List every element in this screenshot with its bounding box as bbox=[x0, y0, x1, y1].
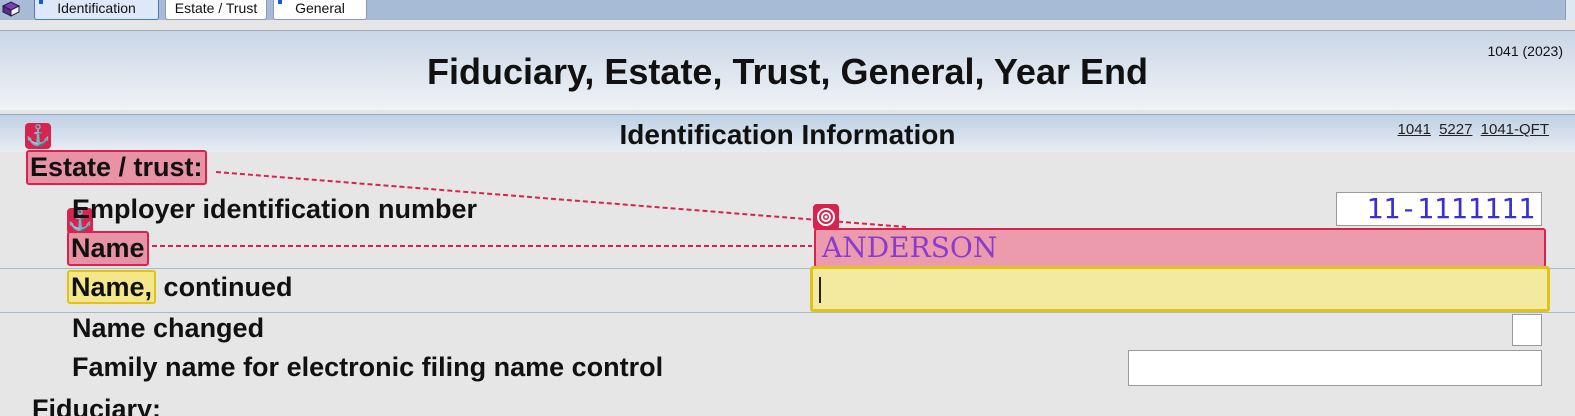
tab-label: Identification bbox=[57, 0, 136, 16]
tab-marker-icon bbox=[39, 0, 43, 4]
name-label: Name bbox=[67, 231, 149, 266]
name-changed-checkbox[interactable] bbox=[1512, 314, 1542, 346]
link-1041-qft[interactable]: 1041-QFT bbox=[1481, 121, 1549, 138]
title-band: 1041 (2023) Fiduciary, Estate, Trust, Ge… bbox=[0, 30, 1575, 110]
fiduciary-heading: Fiduciary: bbox=[32, 394, 162, 416]
tab-label: General bbox=[295, 0, 345, 16]
tab-marker-icon bbox=[278, 0, 282, 4]
panel-toggle-icon[interactable] bbox=[1565, 0, 1575, 20]
family-name-label: Family name for electronic filing name c… bbox=[72, 352, 664, 382]
tab-estate-trust[interactable]: Estate / Trust bbox=[165, 0, 267, 20]
name-changed-label: Name changed bbox=[72, 313, 265, 343]
tab-strip: Identification Estate / Trust General bbox=[0, 0, 1575, 20]
page-title: Fiduciary, Estate, Trust, General, Year … bbox=[427, 51, 1148, 92]
ein-input[interactable]: 11-1111111 bbox=[1336, 192, 1542, 226]
anchor-icon: ⚓ bbox=[25, 123, 51, 149]
link-5227[interactable]: 5227 bbox=[1439, 121, 1472, 138]
name-continued-highlight: Name, bbox=[67, 270, 157, 304]
section-header: Identification Information 1041 5227 104… bbox=[0, 114, 1575, 152]
name-input[interactable]: ANDERSON bbox=[814, 228, 1546, 268]
family-name-input[interactable] bbox=[1128, 350, 1542, 386]
link-1041[interactable]: 1041 bbox=[1398, 121, 1431, 138]
tab-identification[interactable]: Identification bbox=[34, 0, 159, 20]
estate-trust-heading: Estate / trust: bbox=[26, 150, 207, 185]
section-title: Identification Information bbox=[619, 119, 956, 150]
target-icon bbox=[813, 204, 839, 230]
book-icon[interactable] bbox=[0, 0, 22, 20]
name-continued-label: Name, continued bbox=[67, 270, 293, 304]
name-continued-input[interactable] bbox=[810, 266, 1550, 312]
tab-general[interactable]: General bbox=[273, 0, 367, 20]
tab-label: Estate / Trust bbox=[174, 0, 258, 16]
form-links: 1041 5227 1041-QFT bbox=[1394, 121, 1549, 138]
text-caret bbox=[819, 277, 821, 303]
name-continued-suffix: continued bbox=[156, 272, 293, 302]
ein-label: Employer identification number bbox=[72, 194, 478, 224]
